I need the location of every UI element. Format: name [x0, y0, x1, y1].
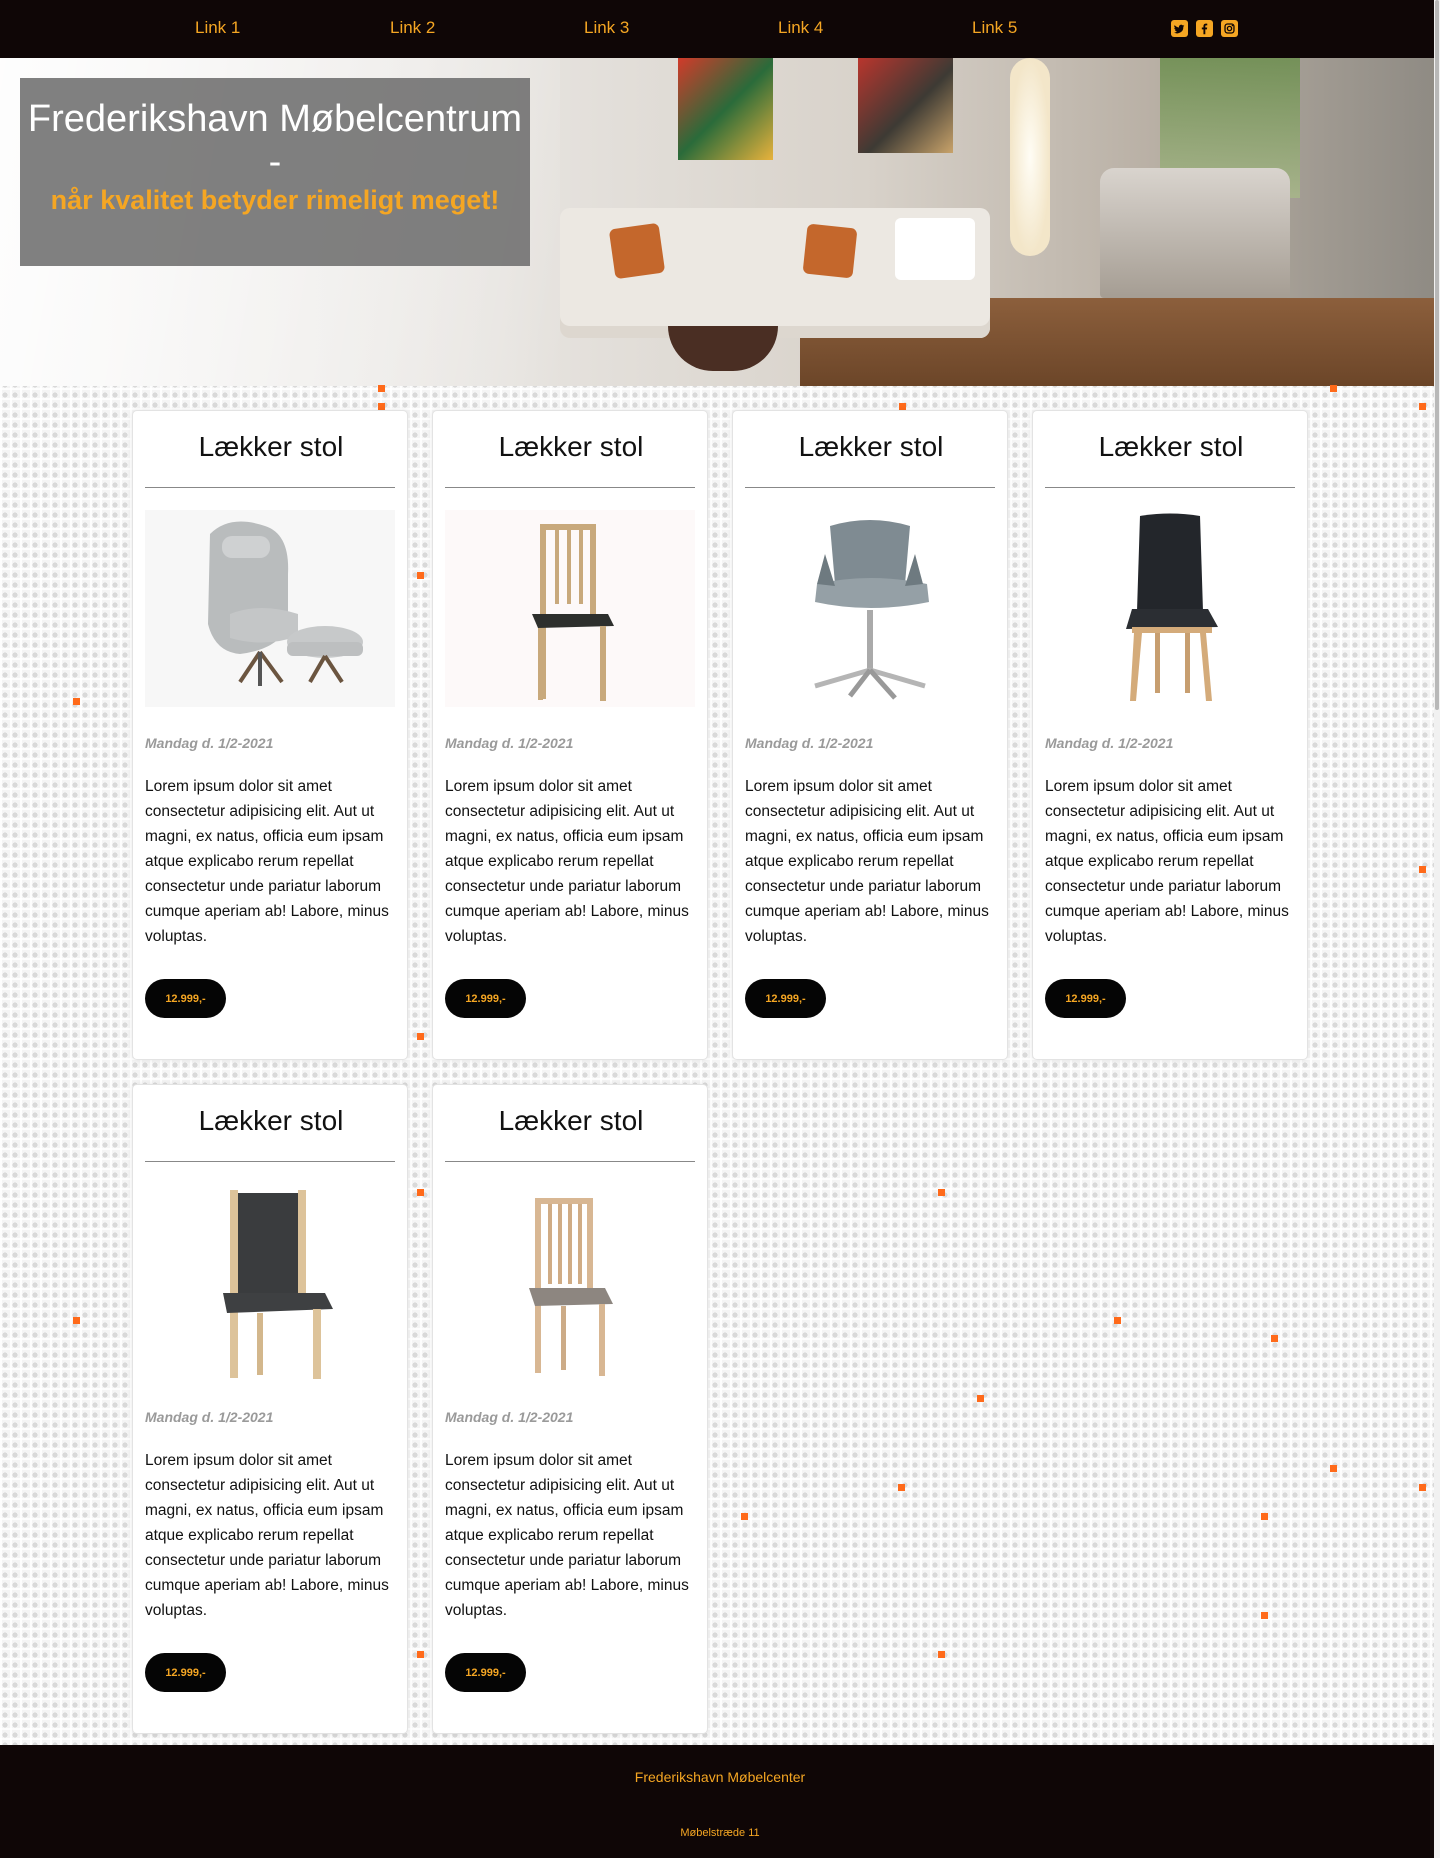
product-image — [445, 1184, 695, 1381]
price-button[interactable]: 12.999,- — [145, 979, 226, 1018]
swivel-chair-icon — [814, 519, 929, 700]
price-button[interactable]: 12.999,- — [445, 1653, 526, 1692]
hero-bowl — [668, 326, 778, 371]
product-title: Lækker stol — [498, 1105, 644, 1136]
hero-dining-chairs — [1100, 168, 1290, 298]
decorative-square — [977, 1395, 984, 1402]
product-date: Mandag d. 1/2-2021 — [145, 735, 274, 751]
slat-chair-icon — [529, 1197, 613, 1376]
product-title: Lækker stol — [198, 1105, 344, 1136]
decorative-square — [1271, 1335, 1278, 1342]
decorative-square — [417, 1651, 424, 1658]
product-description: Lorem ipsum dolor sit amet consectetur a… — [145, 778, 389, 945]
hero-title: Frederikshavn Møbelcentrum - — [27, 98, 523, 183]
price-button[interactable]: 12.999,- — [1045, 979, 1126, 1018]
nav-link-1[interactable]: Link 1 — [195, 18, 240, 38]
divider — [445, 487, 695, 488]
top-navigation: Link 1 Link 2 Link 3 Link 4 Link 5 — [0, 0, 1440, 58]
decorative-square — [1261, 1513, 1268, 1520]
price-button[interactable]: 12.999,- — [745, 979, 826, 1018]
product-description: Lorem ipsum dolor sit amet consectetur a… — [145, 1452, 389, 1619]
hero-text-box: Frederikshavn Møbelcentrum - når kvalite… — [20, 78, 530, 266]
product-date: Mandag d. 1/2-2021 — [445, 735, 574, 751]
product-card: Lækker stol Mandag d. 1/2-2021 Lorem ips… — [432, 410, 708, 1060]
decorative-square — [1330, 1465, 1337, 1472]
product-image — [745, 510, 995, 707]
hero-floor-lamp — [1010, 58, 1050, 256]
decorative-square — [1419, 1484, 1426, 1491]
social-links — [1171, 20, 1238, 37]
decorative-square — [1419, 866, 1426, 873]
decorative-square — [899, 403, 906, 410]
dining-chair-icon — [532, 523, 614, 701]
product-title: Lækker stol — [198, 431, 344, 462]
footer-company-name: Frederikshavn Møbelcenter — [634, 1769, 806, 1785]
hero-pillow — [895, 218, 975, 280]
product-card: Lækker stol Mandag d. 1/2-2021 Lorem ips… — [132, 410, 408, 1060]
hero-pillow — [802, 223, 858, 279]
decorative-square — [378, 403, 385, 410]
decorative-square — [938, 1189, 945, 1196]
divider — [745, 487, 995, 488]
hero-banner: Frederikshavn Møbelcentrum - når kvalite… — [0, 58, 1440, 386]
product-card: Lækker stol Mandag d. 1/2-2021 Lorem ips… — [1032, 410, 1308, 1060]
armchair-icon — [208, 521, 363, 686]
instagram-icon[interactable] — [1221, 20, 1238, 37]
nav-link-4[interactable]: Link 4 — [778, 18, 823, 38]
decorative-square — [378, 385, 385, 392]
twitter-icon[interactable] — [1171, 20, 1188, 37]
hero-painting — [858, 58, 953, 153]
price-button[interactable]: 12.999,- — [145, 1653, 226, 1692]
decorative-square — [73, 1317, 80, 1324]
decorative-square — [417, 572, 424, 579]
decorative-square — [417, 1033, 424, 1040]
hero-painting — [678, 58, 773, 160]
nav-link-2[interactable]: Link 2 — [390, 18, 435, 38]
product-card: Lækker stol Mandag d. 1/2-2021 Lorem ips… — [732, 410, 1008, 1060]
product-image — [445, 510, 695, 707]
product-card: Lækker stol Mandag d. 1/2-2021 Lorem ips… — [132, 1084, 408, 1734]
decorative-square — [1419, 403, 1426, 410]
decorative-square — [938, 1651, 945, 1658]
decorative-square — [1261, 1612, 1268, 1619]
decorative-square — [417, 1189, 424, 1196]
decorative-square — [73, 698, 80, 705]
leather-chair-icon — [1126, 513, 1218, 701]
scrollbar-thumb[interactable] — [1435, 0, 1439, 710]
decorative-square — [1114, 1317, 1121, 1324]
divider — [445, 1161, 695, 1162]
hero-subtitle: når kvalitet betyder rimeligt meget! — [50, 185, 500, 215]
footer: Frederikshavn Møbelcenter Møbelstræde 11 — [0, 1745, 1440, 1858]
product-date: Mandag d. 1/2-2021 — [445, 1409, 574, 1425]
product-description: Lorem ipsum dolor sit amet consectetur a… — [445, 1452, 689, 1619]
product-image — [145, 510, 395, 707]
decorative-square — [1330, 385, 1337, 392]
facebook-icon[interactable] — [1196, 20, 1213, 37]
product-date: Mandag d. 1/2-2021 — [745, 735, 874, 751]
divider — [145, 1161, 395, 1162]
nav-link-5[interactable]: Link 5 — [972, 18, 1017, 38]
decorative-square — [898, 1484, 905, 1491]
upholstered-chair-icon — [223, 1190, 333, 1379]
product-description: Lorem ipsum dolor sit amet consectetur a… — [745, 778, 989, 945]
divider — [145, 487, 395, 488]
footer-address: Møbelstræde 11 — [680, 1827, 760, 1839]
hero-pillow — [608, 222, 666, 280]
product-image — [145, 1184, 395, 1381]
product-image — [1045, 510, 1295, 707]
product-description: Lorem ipsum dolor sit amet consectetur a… — [445, 778, 689, 945]
product-description: Lorem ipsum dolor sit amet consectetur a… — [1045, 778, 1289, 945]
product-title: Lækker stol — [798, 431, 944, 462]
product-card: Lækker stol Mandag d. 1/2-2021 Lorem ips… — [432, 1084, 708, 1734]
decorative-square — [741, 1513, 748, 1520]
divider — [1045, 487, 1295, 488]
product-date: Mandag d. 1/2-2021 — [1045, 735, 1174, 751]
nav-link-3[interactable]: Link 3 — [584, 18, 629, 38]
price-button[interactable]: 12.999,- — [445, 979, 526, 1018]
product-title: Lækker stol — [498, 431, 644, 462]
product-date: Mandag d. 1/2-2021 — [145, 1409, 274, 1425]
product-title: Lækker stol — [1098, 431, 1244, 462]
